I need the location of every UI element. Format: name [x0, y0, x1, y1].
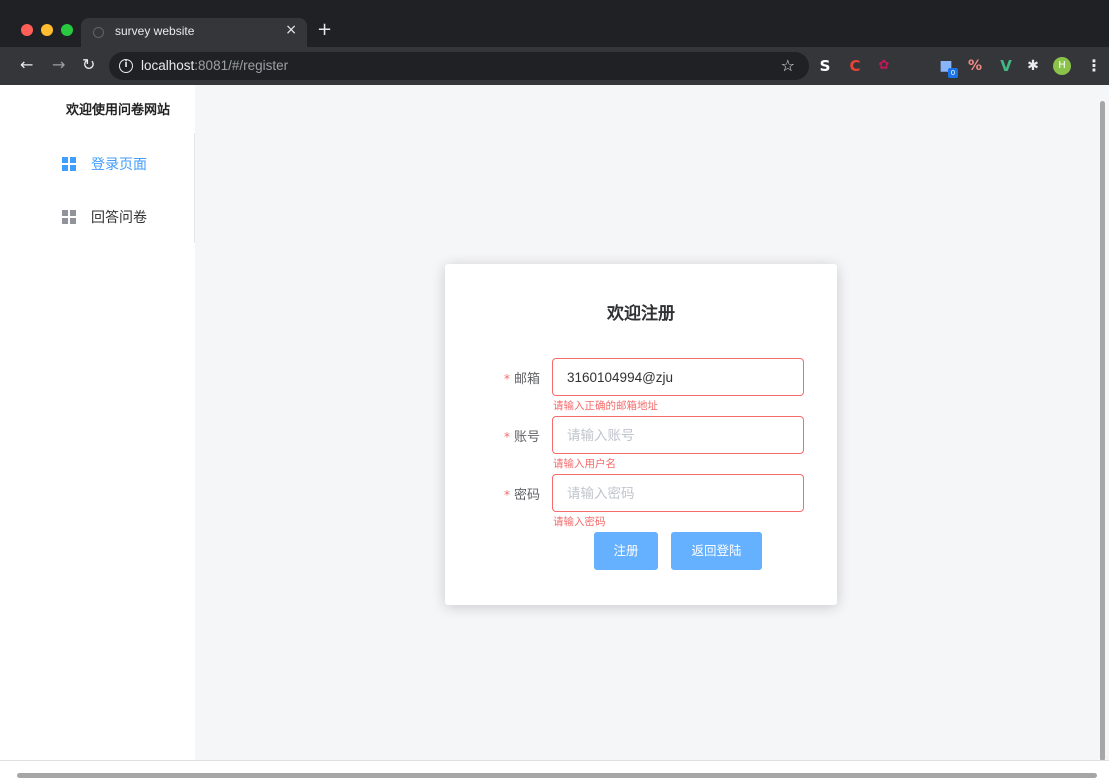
percent-extension-icon[interactable]: %	[966, 57, 984, 75]
register-card: 欢迎注册 *邮箱 请输入正确的邮箱地址 *账号 请输入用户名 *密码 请输入密码…	[445, 264, 837, 605]
account-label: * 账号	[503, 430, 540, 445]
url-text[interactable]: localhost:8081/#/register	[141, 58, 288, 73]
browser-tab[interactable]: survey website ×	[81, 18, 307, 47]
grid-icon	[62, 157, 76, 171]
sidebar: 欢迎使用问卷网站 登录页面 回答问卷	[0, 85, 195, 760]
email-error: 请输入正确的邮箱地址	[553, 400, 658, 412]
address-bar[interactable]: i localhost:8081/#/register ☆	[109, 52, 809, 80]
account-input[interactable]	[552, 416, 804, 454]
browser-toolbar: ← → ↻ i localhost:8081/#/register ☆ S C …	[0, 47, 1109, 85]
sidebar-divider	[194, 133, 195, 243]
register-button[interactable]: 注册	[594, 532, 658, 570]
sidebar-item-label: 登录页面	[91, 157, 147, 173]
extensions-puzzle-icon[interactable]: ✱	[1025, 57, 1041, 75]
grid-icon	[62, 210, 76, 224]
menu-dots-icon[interactable]: ⋮	[1086, 56, 1102, 75]
profile-avatar[interactable]: H	[1053, 57, 1071, 75]
sidebar-item-label: 回答问卷	[91, 210, 147, 226]
email-form-item: *邮箱 请输入正确的邮箱地址	[445, 358, 837, 412]
back-arrow-icon[interactable]: ←	[20, 55, 33, 74]
robot-extension-icon[interactable]: ✿	[876, 57, 892, 75]
maximize-window-button[interactable]	[61, 24, 73, 36]
horizontal-scrollbar-thumb[interactable]	[17, 773, 1097, 778]
globe-icon	[93, 27, 104, 38]
reload-icon[interactable]: ↻	[82, 55, 95, 74]
minimize-window-button[interactable]	[41, 24, 53, 36]
email-label: * 邮箱	[503, 372, 540, 387]
extension-badge: 0	[948, 68, 958, 78]
tab-title: survey website	[115, 24, 195, 38]
star-icon[interactable]: ☆	[781, 56, 795, 75]
register-title: 欢迎注册	[607, 304, 675, 324]
password-label: * 密码	[503, 488, 540, 503]
c-extension-icon[interactable]: C	[848, 57, 862, 75]
account-form-item: *账号 请输入用户名	[445, 416, 837, 470]
info-icon[interactable]: i	[119, 59, 133, 73]
site-title: 欢迎使用问卷网站	[66, 103, 171, 118]
close-tab-icon[interactable]: ×	[285, 22, 297, 38]
forward-arrow-icon[interactable]: →	[52, 55, 65, 74]
password-input[interactable]	[552, 474, 804, 512]
back-to-login-button[interactable]: 返回登陆	[671, 532, 762, 570]
close-window-button[interactable]	[21, 24, 33, 36]
browser-title-bar: survey website × +	[0, 0, 1109, 47]
email-input[interactable]	[552, 358, 804, 396]
account-error: 请输入用户名	[553, 458, 616, 470]
new-tab-button[interactable]: +	[317, 19, 332, 40]
password-form-item: * 密码 请输入密码	[445, 474, 837, 528]
s-extension-icon[interactable]: S	[816, 57, 834, 75]
vue-devtools-icon[interactable]: V	[998, 57, 1014, 75]
vertical-scrollbar-thumb[interactable]	[1100, 101, 1105, 761]
password-error: 请输入密码	[553, 516, 606, 528]
page-content: 欢迎使用问卷网站 登录页面 回答问卷 欢迎注册 *邮箱 请输入正确的邮箱地址 *…	[0, 85, 1109, 778]
